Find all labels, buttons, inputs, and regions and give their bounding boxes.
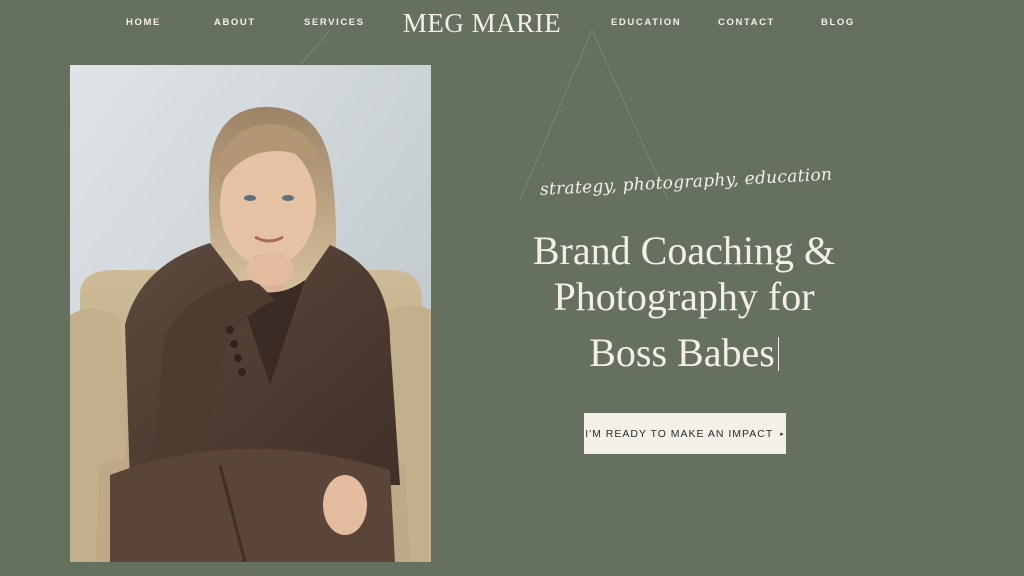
headline-line-3-typewriter: Boss Babes xyxy=(480,330,888,376)
cta-button[interactable]: I'M READY TO MAKE AN IMPACT ▸ xyxy=(584,413,786,454)
headline-line-2: Photography for xyxy=(553,274,815,319)
top-navigation: HOME ABOUT SERVICES MEG MARIE EDUCATION … xyxy=(0,0,1024,46)
nav-link-blog[interactable]: BLOG xyxy=(821,17,855,28)
hero-headline: Brand Coaching & Photography for xyxy=(480,228,888,320)
portrait-illustration xyxy=(70,65,431,562)
typing-cursor xyxy=(777,337,779,371)
hero-portrait-photo xyxy=(70,65,431,562)
site-logo[interactable]: MEG MARIE xyxy=(0,8,964,39)
cta-label: I'M READY TO MAKE AN IMPACT xyxy=(585,427,774,440)
headline-line-3: Boss Babes xyxy=(589,330,775,375)
nav-link-education[interactable]: EDUCATION xyxy=(611,17,681,28)
arrow-right-icon: ▸ xyxy=(780,430,785,438)
hero-tagline: strategy, photography, education xyxy=(539,164,833,200)
headline-line-1: Brand Coaching & xyxy=(532,228,836,273)
nav-link-contact[interactable]: CONTACT xyxy=(718,17,775,28)
